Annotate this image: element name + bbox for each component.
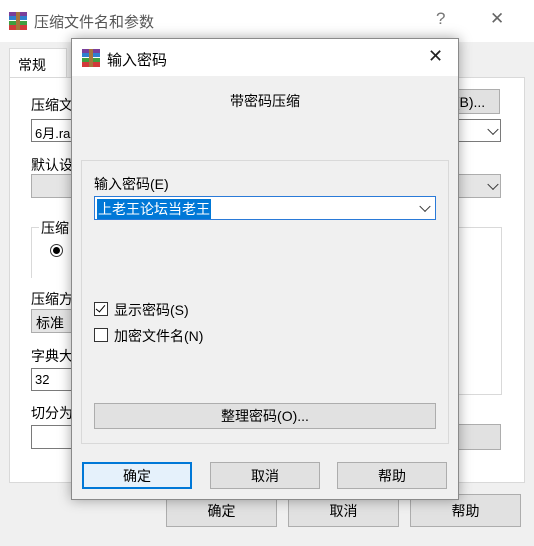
dialog-ok-label: 确定 bbox=[123, 467, 151, 484]
password-input[interactable]: 上老王论坛当老王 bbox=[94, 196, 436, 220]
password-label: 输入密码(E) bbox=[94, 176, 169, 192]
parent-app-icon bbox=[9, 12, 27, 30]
tab-general-label: 常规 bbox=[18, 57, 46, 73]
dialog-help-button[interactable]: 帮助 bbox=[337, 462, 447, 489]
format-group-label: 压缩 bbox=[39, 218, 71, 238]
browse-button-label: (B)... bbox=[454, 93, 486, 110]
parent-cancel-label: 取消 bbox=[329, 502, 358, 519]
dialog-subtitle: 带密码压缩 bbox=[230, 93, 300, 109]
encrypt-names-checkbox[interactable] bbox=[94, 328, 108, 342]
organize-passwords-button[interactable]: 整理密码(O)... bbox=[94, 403, 436, 429]
dictionary-label: 字典大 bbox=[31, 348, 73, 364]
organize-passwords-label: 整理密码(O)... bbox=[221, 408, 309, 424]
default-profile-label: 默认设 bbox=[31, 157, 73, 173]
password-dialog: 输入密码 ✕ 带密码压缩 输入密码(E) 上老王论坛当老王 显示密码(S) 加密… bbox=[71, 38, 459, 500]
chevron-down-icon bbox=[487, 178, 499, 191]
side-button[interactable] bbox=[455, 424, 501, 450]
method-label: 压缩方 bbox=[31, 291, 73, 307]
chevron-down-icon bbox=[419, 200, 431, 213]
format-radio[interactable] bbox=[50, 244, 63, 257]
dialog-help-label: 帮助 bbox=[378, 467, 406, 484]
dictionary-value: 32 bbox=[35, 372, 50, 387]
tab-general[interactable]: 常规 bbox=[9, 48, 67, 78]
dialog-cancel-button[interactable]: 取消 bbox=[210, 462, 320, 489]
help-icon[interactable]: ? bbox=[436, 9, 445, 29]
password-value: 上老王论坛当老王 bbox=[97, 199, 211, 219]
archive-name-label: 压缩文 bbox=[31, 97, 73, 113]
encrypt-names-label[interactable]: 加密文件名(N) bbox=[114, 326, 203, 346]
method-dropdown[interactable]: 标准 bbox=[31, 309, 73, 333]
close-icon[interactable]: ✕ bbox=[490, 9, 504, 29]
archive-name-value: 6月.ra bbox=[35, 126, 71, 141]
dialog-close-icon[interactable]: ✕ bbox=[428, 46, 443, 67]
dialog-ok-button[interactable]: 确定 bbox=[82, 462, 192, 489]
check-mark-icon bbox=[95, 302, 106, 313]
show-password-label[interactable]: 显示密码(S) bbox=[114, 300, 189, 320]
dictionary-dropdown[interactable]: 32 bbox=[31, 368, 73, 391]
show-password-checkbox[interactable] bbox=[94, 302, 108, 316]
dialog-title: 输入密码 bbox=[107, 52, 168, 69]
dialog-cancel-label: 取消 bbox=[251, 467, 279, 484]
dialog-app-icon bbox=[82, 49, 100, 67]
chevron-down-icon bbox=[487, 123, 499, 135]
parent-help-label: 帮助 bbox=[451, 502, 480, 519]
parent-ok-label: 确定 bbox=[207, 502, 236, 519]
split-label: 切分为 bbox=[31, 405, 73, 421]
parent-title: 压缩文件名和参数 bbox=[34, 14, 155, 31]
options-group-right bbox=[455, 227, 502, 395]
method-value: 标准 bbox=[36, 315, 64, 331]
split-field[interactable] bbox=[31, 425, 73, 449]
